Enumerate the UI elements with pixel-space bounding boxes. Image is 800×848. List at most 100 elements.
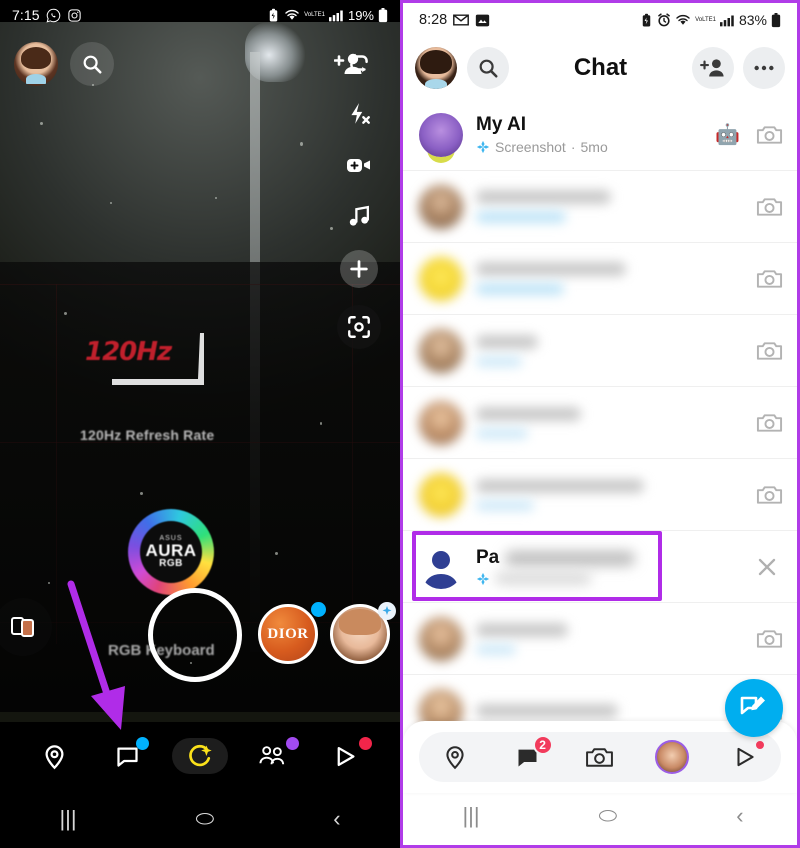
sparkle-icon	[382, 606, 392, 615]
wifi-icon	[285, 9, 299, 20]
left-phone-snapchat-camera: 120Hz 120Hz Refresh Rate ASUS AURA RGB R…	[0, 0, 400, 848]
back-button[interactable]: ‹	[333, 808, 340, 830]
right-system-nav: ||| ⬭ ‹	[403, 787, 797, 845]
close-icon[interactable]	[755, 555, 779, 579]
sounds-button[interactable]	[342, 199, 376, 233]
avatar[interactable]	[419, 472, 463, 517]
chat-row-status	[476, 427, 528, 439]
chat-row-name	[476, 406, 581, 421]
camera-icon[interactable]	[756, 123, 783, 147]
nav-spotlight-badge	[753, 739, 766, 751]
refresh-rate-caption: 120Hz Refresh Rate	[80, 427, 215, 443]
instagram-icon	[68, 8, 81, 22]
nav-chat[interactable]: 2	[505, 735, 553, 777]
nav-map[interactable]	[432, 737, 478, 777]
aura-title: AURA	[145, 541, 197, 560]
search-icon	[83, 55, 102, 74]
search-button[interactable]	[467, 47, 509, 89]
refresh-rate-badge: 120Hz	[85, 337, 235, 367]
photos-icon	[476, 14, 490, 26]
status-time: 7:15	[12, 7, 40, 23]
chat-row-my-ai[interactable]: My AI Screenshot · 5mo 🤖	[403, 99, 797, 171]
chat-row-status	[476, 283, 564, 295]
scan-button[interactable]	[337, 305, 381, 349]
avatar[interactable]	[419, 112, 463, 157]
page-title: Chat	[573, 54, 628, 81]
nav-map[interactable]	[26, 736, 82, 776]
profile-avatar[interactable]	[415, 47, 457, 89]
new-chat-fab[interactable]	[725, 679, 783, 737]
volte-label: VoLTE1	[304, 12, 325, 18]
chat-row[interactable]	[403, 603, 797, 675]
chat-row-name	[476, 262, 626, 276]
nav-stories[interactable]	[649, 737, 695, 777]
avatar[interactable]	[419, 256, 463, 301]
search-icon	[479, 59, 498, 78]
right-phone-snapchat-chat: 8:28 VoLTE1 83% Chat My AI Screenshot · …	[400, 0, 800, 848]
avatar[interactable]	[419, 328, 463, 373]
chat-row-status	[476, 643, 516, 655]
battery-icon	[378, 7, 388, 22]
nav-stories[interactable]	[245, 736, 301, 776]
whatsapp-icon	[46, 8, 60, 22]
battery-saver-icon	[642, 13, 651, 26]
add-friend-button[interactable]	[692, 47, 734, 89]
volte-label: VoLTE1	[695, 17, 716, 23]
dot-separator: ·	[570, 138, 576, 155]
camera-icon[interactable]	[756, 483, 783, 507]
nav-spotlight-badge	[358, 737, 372, 750]
chat-row[interactable]	[403, 387, 797, 459]
chat-row-status	[476, 499, 534, 511]
chat-row[interactable]	[403, 315, 797, 387]
map-pin-icon	[446, 746, 464, 770]
chat-row-highlighted[interactable]: Pa	[403, 531, 797, 603]
nav-stories-badge	[285, 737, 299, 750]
map-pin-icon	[45, 744, 64, 769]
nav-spotlight[interactable]	[722, 737, 768, 777]
memories-icon	[11, 617, 34, 637]
chat-row-name	[476, 334, 538, 349]
lens-dior[interactable]: DIOR	[258, 604, 318, 664]
add-lens-button[interactable]	[340, 250, 378, 288]
flip-camera-button[interactable]	[342, 46, 376, 80]
avatar[interactable]	[419, 616, 463, 661]
chat-list[interactable]: My AI Screenshot · 5mo 🤖 Pa	[403, 99, 797, 755]
search-button[interactable]	[70, 42, 114, 86]
nav-spotlight[interactable]	[318, 736, 374, 776]
more-options-button[interactable]	[743, 47, 785, 89]
profile-avatar[interactable]	[14, 42, 58, 86]
nav-camera-pill[interactable]	[171, 738, 228, 774]
camera-icon[interactable]	[756, 267, 783, 291]
camera-icon[interactable]	[756, 411, 783, 435]
signal-icon	[719, 15, 734, 26]
chat-row[interactable]	[403, 243, 797, 315]
nav-chat-badge	[136, 737, 150, 750]
nav-camera[interactable]	[171, 736, 228, 776]
back-button[interactable]: ‹	[736, 805, 743, 827]
home-button[interactable]: ⬭	[196, 808, 215, 830]
default-person-icon	[424, 550, 458, 589]
nav-camera[interactable]	[577, 737, 623, 777]
chat-row[interactable]	[403, 459, 797, 531]
screenshot-icon	[476, 140, 490, 154]
chat-row-status: Screenshot	[495, 138, 566, 155]
recents-button[interactable]: |||	[462, 805, 479, 827]
camera-icon[interactable]	[756, 339, 783, 363]
avatar[interactable]	[419, 400, 463, 445]
avatar[interactable]	[419, 545, 463, 589]
left-status-bar: 7:15 VoLTE1 19%	[0, 0, 400, 30]
battery-icon	[771, 12, 781, 27]
camera-icon[interactable]	[756, 195, 783, 219]
recents-button[interactable]: |||	[59, 808, 76, 830]
nav-chat[interactable]	[99, 736, 155, 776]
wifi-icon	[676, 14, 690, 25]
multi-snap-button[interactable]	[342, 148, 376, 182]
home-button[interactable]: ⬭	[599, 805, 618, 827]
friends-icon	[259, 745, 285, 764]
camera-icon[interactable]	[756, 627, 783, 651]
left-system-nav: ||| ⬭ ‹	[0, 790, 400, 848]
music-icon	[349, 205, 369, 226]
flash-button[interactable]	[342, 97, 376, 131]
chat-row[interactable]	[403, 171, 797, 243]
avatar[interactable]	[419, 184, 463, 229]
